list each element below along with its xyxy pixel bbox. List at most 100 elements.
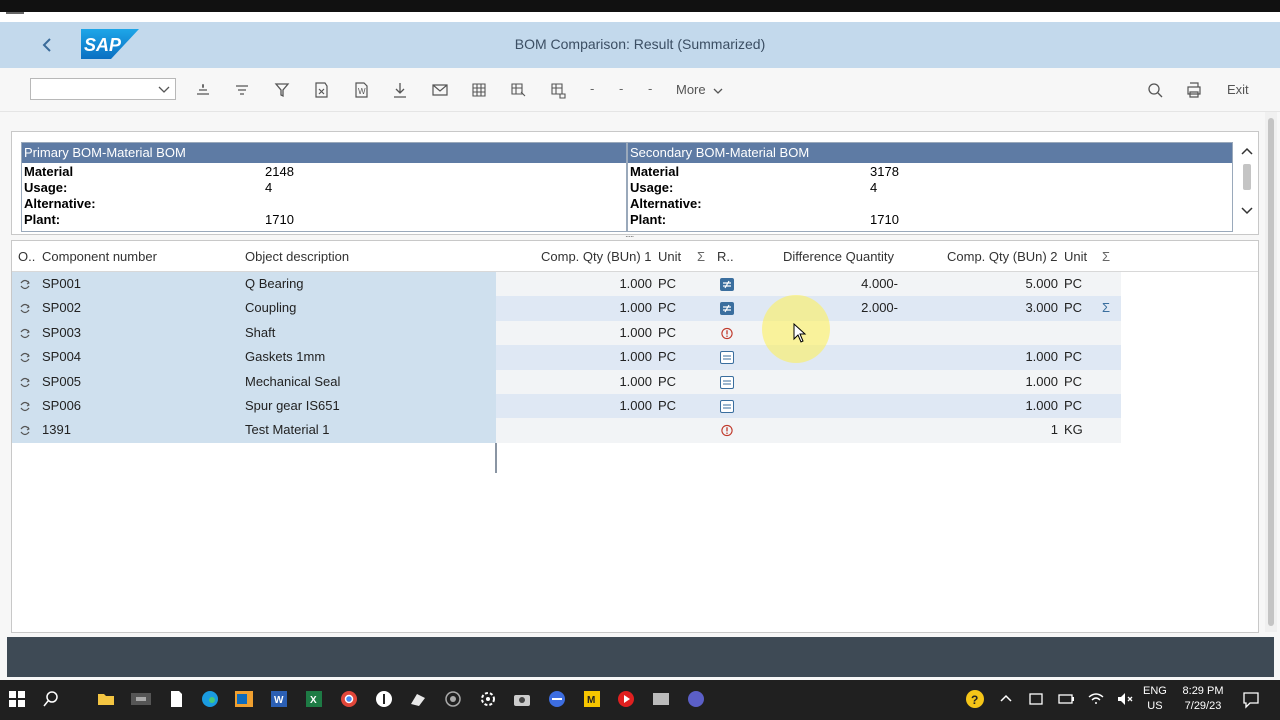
field-label: Usage: (24, 180, 68, 195)
chevron-up-icon[interactable] (995, 688, 1017, 710)
difference-icon[interactable] (720, 278, 734, 291)
scroll-thumb[interactable] (1268, 118, 1274, 626)
excel-icon[interactable]: X (303, 688, 325, 710)
component-number[interactable]: SP003 (42, 321, 81, 345)
more-button[interactable]: More (676, 82, 724, 97)
col-header-sum2[interactable]: Σ (1102, 249, 1110, 264)
variant-select[interactable] (30, 78, 176, 100)
component-number[interactable]: 1391 (42, 418, 71, 442)
comp-qty-2: 5.000 (1025, 276, 1058, 291)
component-number[interactable]: SP001 (42, 272, 81, 296)
equal-icon[interactable] (720, 351, 734, 365)
align-center-icon[interactable] (192, 79, 214, 101)
grid-icon[interactable] (468, 79, 490, 101)
table-row[interactable]: 1391 Test Material 1 1 KG (12, 418, 1258, 443)
print-icon[interactable] (1183, 79, 1205, 101)
record-icon[interactable] (442, 688, 464, 710)
layout-icon[interactable] (507, 79, 529, 101)
bom-item-icon[interactable] (18, 423, 32, 437)
col-header-sum1[interactable]: Σ (697, 249, 705, 264)
app-icon[interactable]: M (581, 688, 603, 710)
chevron-down-icon (158, 86, 170, 93)
warning-icon[interactable] (720, 424, 734, 437)
col-header-o[interactable]: O.. (18, 249, 35, 264)
difference-icon[interactable] (720, 302, 734, 316)
col-header-component[interactable]: Component number (42, 249, 157, 264)
search-icon[interactable] (1144, 79, 1166, 101)
secondary-plant-row: Plant: 1710 (628, 211, 1232, 227)
table-row[interactable]: SP006 Spur gear IS651 1.000 PC 1.000 PC (12, 393, 1258, 419)
comp-qty-1: 1.000 (619, 349, 652, 365)
equal-icon[interactable] (720, 375, 734, 389)
export-word-icon[interactable]: W (350, 79, 372, 101)
notification-icon[interactable] (1240, 688, 1262, 710)
header-scrollbar[interactable] (1240, 144, 1254, 222)
app-icon[interactable] (650, 688, 672, 710)
col-header-unit2[interactable]: Unit (1064, 249, 1087, 264)
splitter-handle[interactable]: ····· (625, 232, 639, 241)
settings-icon[interactable] (477, 688, 499, 710)
table-row[interactable]: SP004 Gaskets 1mm 1.000 PC 1.000 PC (12, 345, 1258, 370)
app-icon[interactable] (373, 688, 395, 710)
search-icon[interactable] (40, 688, 62, 710)
vertical-scrollbar[interactable] (1265, 112, 1277, 632)
unit-2: KG (1064, 422, 1083, 438)
bom-item-icon[interactable] (18, 326, 32, 340)
table-row[interactable]: SP002 Coupling 1.000 PC 2.000- 3.000 PC Σ (12, 296, 1258, 321)
exit-button[interactable]: Exit (1227, 82, 1249, 97)
document-icon[interactable] (165, 688, 187, 710)
bom-item-icon[interactable] (18, 301, 32, 315)
warning-icon[interactable] (720, 327, 734, 340)
layout-change-icon[interactable] (547, 79, 569, 101)
table-row[interactable]: SP001 Q Bearing 1.000 PC 4.000- 5.000 PC (12, 272, 1258, 297)
comp-qty-1: 1.000 (619, 324, 652, 340)
bom-item-icon[interactable] (18, 350, 32, 364)
col-header-diff[interactable]: Difference Quantity (783, 249, 894, 264)
component-number[interactable]: SP006 (42, 394, 81, 418)
sort-icon[interactable] (231, 79, 253, 101)
table-row[interactable]: SP005 Mechanical Seal 1.000 PC 1.000 PC (12, 369, 1258, 394)
network-icon[interactable] (1085, 688, 1107, 710)
tray-icon[interactable] (1025, 688, 1047, 710)
col-header-description[interactable]: Object description (245, 249, 349, 264)
bom-item-icon[interactable] (18, 277, 32, 291)
app-icon[interactable] (407, 688, 429, 710)
camera-icon[interactable] (511, 688, 533, 710)
col-header-r[interactable]: R.. (717, 249, 734, 264)
word-icon[interactable]: W (268, 688, 290, 710)
sap-logon-icon[interactable] (128, 688, 154, 710)
mail-icon[interactable] (429, 79, 451, 101)
equal-icon[interactable] (720, 399, 734, 413)
chrome-icon[interactable] (338, 688, 360, 710)
battery-icon[interactable] (1055, 688, 1077, 710)
bom-item-icon[interactable] (18, 399, 32, 413)
field-value: 4 (870, 180, 878, 195)
clock[interactable]: 8:29 PM 7/29/23 (1178, 684, 1228, 714)
menu-icon[interactable] (6, 12, 24, 14)
volume-muted-icon[interactable] (1114, 688, 1136, 710)
table-row[interactable]: SP003 Shaft 1.000 PC (12, 320, 1258, 346)
edge-icon[interactable] (199, 688, 221, 710)
component-number[interactable]: SP002 (42, 296, 81, 320)
component-number[interactable]: SP005 (42, 370, 81, 394)
youtube-icon[interactable] (615, 688, 637, 710)
help-icon[interactable]: ? (964, 688, 986, 710)
language-indicator[interactable]: ENG US (1143, 684, 1167, 714)
component-number[interactable]: SP004 (42, 345, 81, 369)
download-icon[interactable] (389, 79, 411, 101)
status-bar (7, 637, 1274, 677)
shell-header: SAP BOM Comparison: Result (Summarized) (0, 22, 1280, 68)
bom-item-icon[interactable] (18, 375, 32, 389)
field-label: Alternative: (630, 196, 702, 211)
app-icon[interactable] (546, 688, 568, 710)
outlook-icon[interactable] (233, 688, 255, 710)
col-header-unit1[interactable]: Unit (658, 249, 681, 264)
col-header-qty1[interactable]: Comp. Qty (BUn) 1 (541, 249, 652, 264)
teams-icon[interactable] (685, 688, 707, 710)
windows-start-icon[interactable] (6, 688, 28, 710)
filter-icon[interactable] (271, 79, 293, 101)
delete-filter-icon[interactable] (310, 79, 332, 101)
svg-text:?: ? (971, 693, 978, 707)
col-header-qty2[interactable]: Comp. Qty (BUn) 2 (947, 249, 1058, 264)
file-explorer-icon[interactable] (95, 688, 117, 710)
